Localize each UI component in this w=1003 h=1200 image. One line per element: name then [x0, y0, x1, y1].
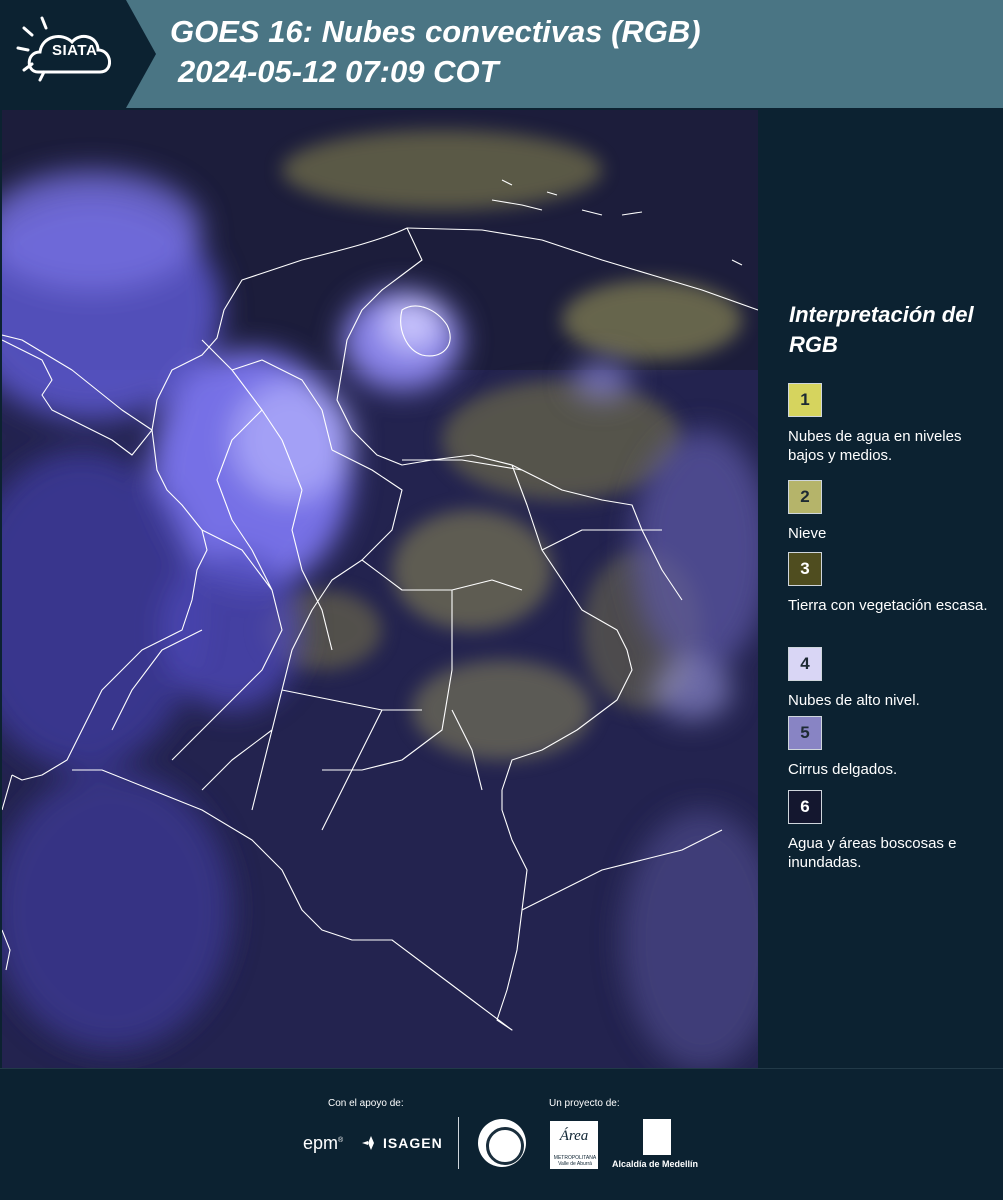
legend-item: 4 Nubes de alto nivel. — [788, 647, 998, 710]
epm-logo-text: epm — [303, 1133, 339, 1153]
footer-divider — [458, 1117, 459, 1169]
legend-panel: Interpretación del RGB 1 Nubes de agua en… — [760, 108, 1003, 1068]
legend-title: Interpretación del RGB — [789, 302, 974, 357]
legend-label: Agua y áreas boscosas e inundadas. — [788, 835, 957, 871]
siata-logo: SIATA — [0, 0, 156, 108]
alcaldia-shield-icon — [643, 1119, 671, 1155]
legend-item: 2 Nieve — [788, 480, 998, 543]
page-timestamp: 2024-05-12 07:09 COT — [178, 54, 499, 89]
isagen-logo-text: ISAGEN — [383, 1135, 443, 1151]
isagen-logo: ISAGEN — [362, 1135, 443, 1151]
support-label: Con el apoyo de: — [328, 1098, 404, 1109]
legend-label: Cirrus delgados. — [788, 761, 898, 778]
legend-swatch: 5 — [788, 716, 822, 750]
footer: Con el apoyo de: Un proyecto de: epm® IS… — [0, 1068, 1003, 1200]
university-seal-logo — [478, 1119, 526, 1167]
satellite-image — [2, 110, 758, 1068]
legend-label: Nubes de agua en niveles bajos y medios. — [788, 428, 962, 464]
isagen-icon — [362, 1136, 374, 1150]
legend-swatch: 6 — [788, 790, 822, 824]
project-label: Un proyecto de: — [549, 1098, 620, 1109]
legend-label: Tierra con vegetación escasa. — [788, 597, 988, 614]
legend-swatch: 3 — [788, 552, 822, 586]
page-title: GOES 16: Nubes convectivas (RGB) — [170, 14, 701, 49]
legend-label: Nubes de alto nivel. — [788, 692, 920, 709]
legend-item: 6 Agua y áreas boscosas e inundadas. — [788, 790, 998, 872]
alcaldia-logo-text: Alcaldía de Medellín — [612, 1159, 699, 1169]
satellite-map — [2, 110, 758, 1068]
legend-swatch: 2 — [788, 480, 822, 514]
legend-item: 3 Tierra con vegetación escasa. — [788, 552, 998, 615]
header-bar: SIATA GOES 16: Nubes convectivas (RGB) 2… — [0, 0, 1003, 108]
legend-swatch: 4 — [788, 647, 822, 681]
legend-swatch: 1 — [788, 383, 822, 417]
epm-logo: epm® — [303, 1133, 344, 1153]
area-logo-text: Área — [559, 1128, 589, 1144]
legend-item: 5 Cirrus delgados. — [788, 716, 998, 779]
legend-label: Nieve — [788, 525, 827, 542]
legend-item: 1 Nubes de agua en niveles bajos y medios… — [788, 383, 998, 465]
logo-text: SIATA — [52, 42, 98, 59]
area-logo-subtext: METROPOLITANA Valle de Aburrá — [553, 1155, 597, 1167]
